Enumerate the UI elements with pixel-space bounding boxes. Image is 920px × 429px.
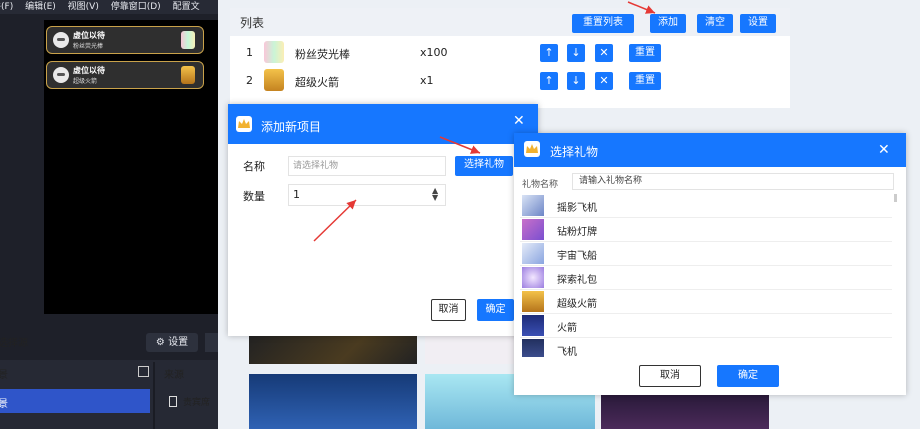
arrow-to-add bbox=[627, 1, 656, 14]
annotation-arrows bbox=[313, 1, 656, 242]
arrow-to-select-gift bbox=[439, 136, 481, 154]
arrow-to-quantity bbox=[313, 199, 357, 242]
